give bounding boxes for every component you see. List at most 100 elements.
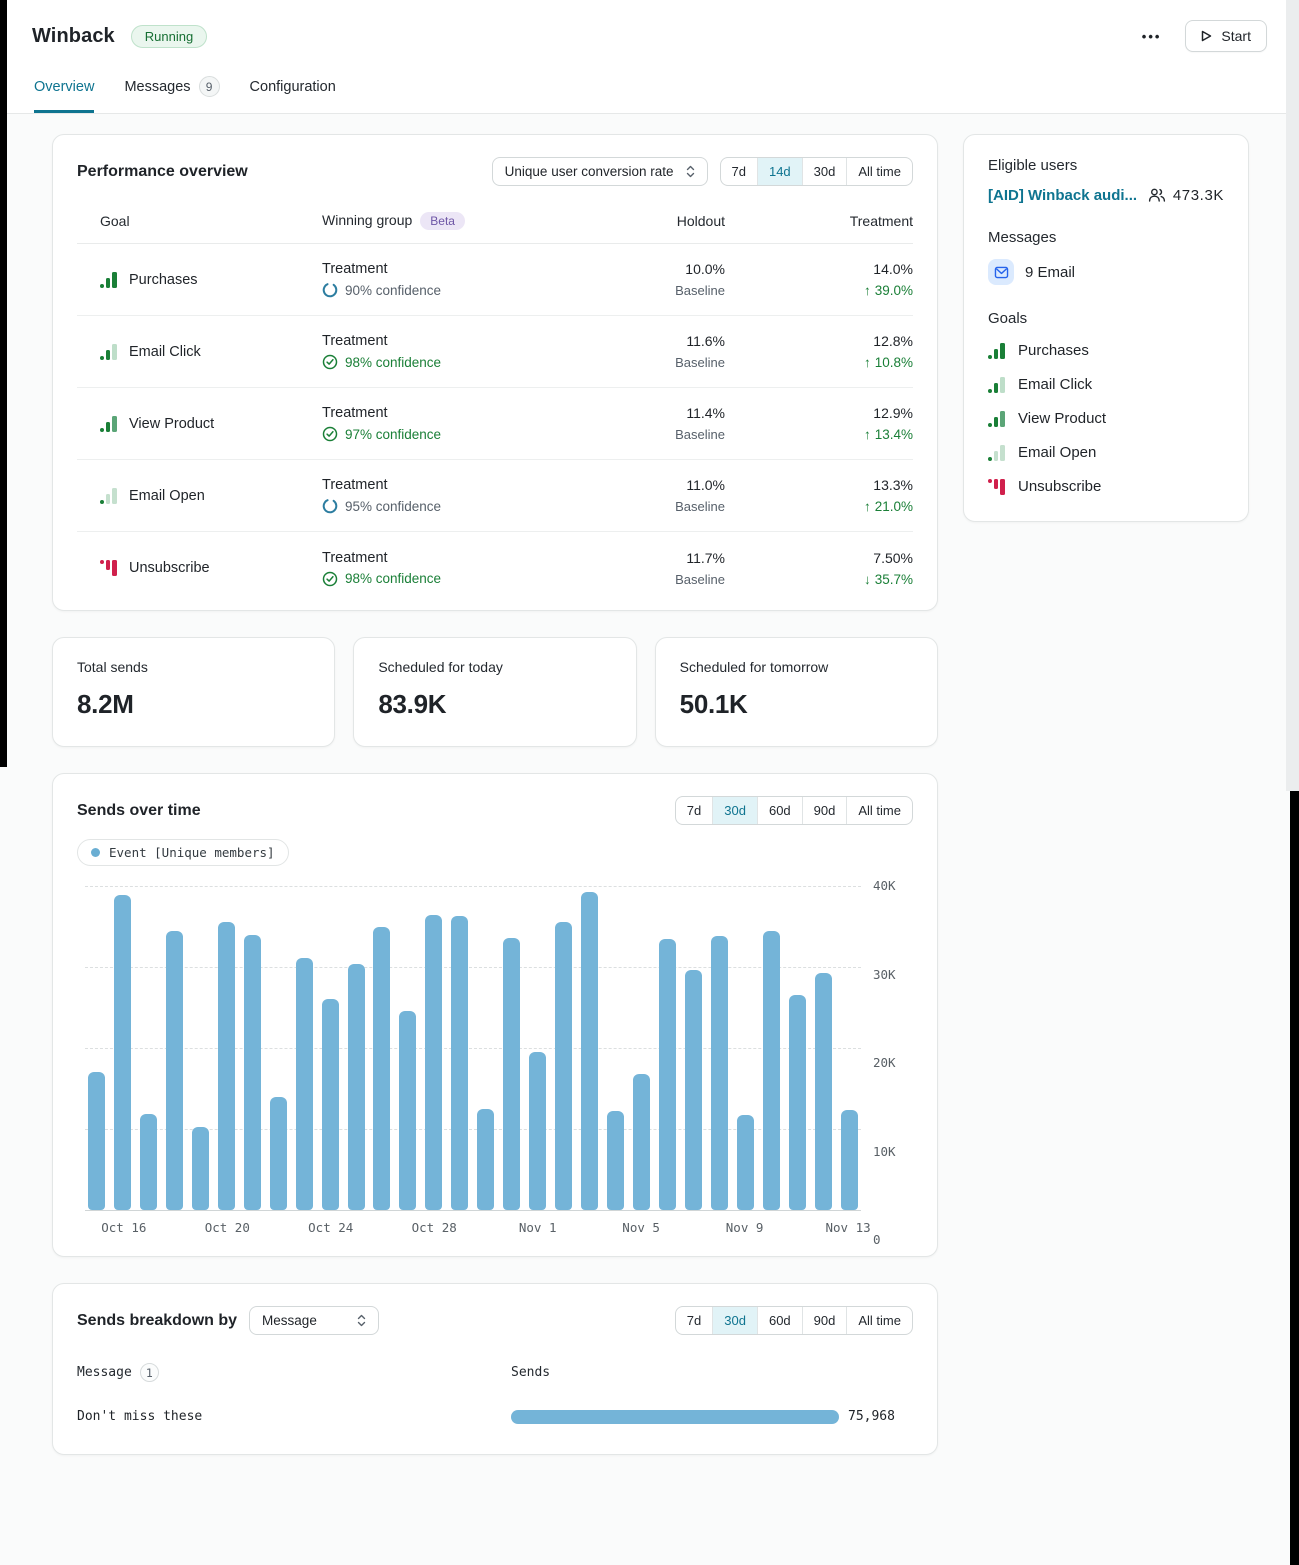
people-icon xyxy=(1148,187,1166,204)
holdout-baseline-label: Baseline xyxy=(560,427,725,442)
performance-overview-card: Performance overview Unique user convers… xyxy=(52,134,938,611)
bar-oct-26 xyxy=(373,927,390,1211)
screenshot-edge-artifact xyxy=(1290,791,1299,1565)
bar-oct-20 xyxy=(218,922,235,1210)
delta-value: 39.0% xyxy=(875,283,913,298)
tab-overview[interactable]: Overview xyxy=(34,76,94,113)
messages-count-badge: 9 xyxy=(199,76,220,97)
goal-icon xyxy=(100,488,117,504)
goal-item-label: Unsubscribe xyxy=(1018,478,1101,495)
breakdown-dimension-select[interactable]: Message xyxy=(249,1306,379,1335)
breakdown-table-header: Message 1 Sends xyxy=(77,1363,913,1382)
holdout-value: 11.7% xyxy=(560,550,725,566)
treatment-value: 12.8% xyxy=(725,333,913,349)
range-option-7d[interactable]: 7d xyxy=(676,797,712,824)
breakdown-range-selector: 7d30d60d90dAll time xyxy=(675,1306,913,1335)
delta-value: 10.8% xyxy=(875,355,913,370)
sends-bar xyxy=(511,1410,839,1424)
holdout-baseline-label: Baseline xyxy=(560,572,725,587)
range-option-30d[interactable]: 30d xyxy=(712,1307,757,1334)
x-tick-label: Nov 9 xyxy=(726,1220,764,1235)
bar-nov-9 xyxy=(737,1115,754,1210)
messages-summary-label: 9 Email xyxy=(1025,264,1075,281)
goal-icon xyxy=(100,272,117,288)
scheduled-tomorrow-card: Scheduled for tomorrow 50.1K xyxy=(655,637,938,747)
confidence: 98% confidence xyxy=(322,354,560,370)
winning-group-value: Treatment xyxy=(322,477,560,493)
confidence-label: 97% confidence xyxy=(345,427,441,442)
winning-group-value: Treatment xyxy=(322,405,560,421)
y-tick-label: 30K xyxy=(873,967,896,982)
screenshot-edge-artifact xyxy=(1286,0,1299,791)
email-icon xyxy=(988,259,1014,285)
range-option-90d[interactable]: 90d xyxy=(802,1307,847,1334)
holdout-baseline-label: Baseline xyxy=(560,355,725,370)
bar-oct-31 xyxy=(503,938,520,1210)
range-option-60d[interactable]: 60d xyxy=(757,797,802,824)
holdout-value: 11.4% xyxy=(560,405,725,421)
x-tick-label: Oct 16 xyxy=(101,1220,146,1235)
confidence-label: 98% confidence xyxy=(345,571,441,586)
performance-table-header: Goal Winning groupBeta Holdout Treatment xyxy=(77,186,913,244)
goal-icon xyxy=(988,377,1005,393)
confidence: 90% confidence xyxy=(322,282,560,298)
bar-oct-23 xyxy=(296,958,313,1210)
bar-oct-15 xyxy=(88,1072,105,1210)
performance-title: Performance overview xyxy=(77,163,248,181)
bar-nov-7 xyxy=(685,970,702,1210)
column-holdout: Holdout xyxy=(560,213,725,229)
goals-list: Purchases Email Click View Product Email… xyxy=(988,342,1224,495)
bar-oct-21 xyxy=(244,935,261,1210)
range-option-30d[interactable]: 30d xyxy=(712,797,757,824)
delta-arrow-icon: ↓ xyxy=(864,572,871,587)
start-button[interactable]: Start xyxy=(1185,20,1267,52)
range-option-14d[interactable]: 14d xyxy=(757,158,802,185)
delta-value: 21.0% xyxy=(875,499,913,514)
x-tick-label: Oct 28 xyxy=(412,1220,457,1235)
metric-select[interactable]: Unique user conversion rate xyxy=(492,157,708,186)
confidence-label: 90% confidence xyxy=(345,283,441,298)
range-option-all-time[interactable]: All time xyxy=(846,158,912,185)
range-option-all-time[interactable]: All time xyxy=(846,1307,912,1334)
treatment-delta: ↑13.4% xyxy=(725,427,913,442)
performance-table-row: Email Click Treatment 98% confidence 11.… xyxy=(77,316,913,388)
range-option-7d[interactable]: 7d xyxy=(721,158,757,185)
range-option-all-time[interactable]: All time xyxy=(846,797,912,824)
more-actions-button[interactable]: ••• xyxy=(1134,23,1170,50)
bar-oct-24 xyxy=(322,999,339,1210)
range-option-7d[interactable]: 7d xyxy=(676,1307,712,1334)
confidence: 97% confidence xyxy=(322,426,560,442)
bar-nov-5 xyxy=(633,1074,650,1210)
message-name: Don't miss these xyxy=(77,1409,511,1424)
treatment-value: 12.9% xyxy=(725,405,913,421)
bar-oct-19 xyxy=(192,1127,209,1210)
bar-oct-29 xyxy=(451,916,468,1210)
range-option-60d[interactable]: 60d xyxy=(757,1307,802,1334)
delta-arrow-icon: ↑ xyxy=(864,355,871,370)
treatment-value: 14.0% xyxy=(725,261,913,277)
tab-configuration[interactable]: Configuration xyxy=(250,76,336,113)
x-tick-label: Nov 13 xyxy=(825,1220,870,1235)
treatment-value: 13.3% xyxy=(725,477,913,493)
campaign-summary-card: Eligible users [AID] Winback audi... 473… xyxy=(963,134,1249,522)
goal-label: Email Click xyxy=(129,344,201,360)
goal-icon xyxy=(988,343,1005,359)
range-option-30d[interactable]: 30d xyxy=(802,158,847,185)
column-winning-group: Winning groupBeta xyxy=(322,212,560,230)
goal-list-item: Unsubscribe xyxy=(988,478,1224,495)
bar-nov-6 xyxy=(659,939,676,1210)
confidence: 98% confidence xyxy=(322,571,560,587)
bar-oct-17 xyxy=(140,1114,157,1210)
sends-over-time-card: Sends over time 7d30d60d90dAll time Even… xyxy=(52,773,938,1257)
total-sends-card: Total sends 8.2M xyxy=(52,637,335,747)
tab-messages[interactable]: Messages 9 xyxy=(124,76,219,113)
range-option-90d[interactable]: 90d xyxy=(802,797,847,824)
goal-item-label: Email Click xyxy=(1018,376,1092,393)
delta-value: 13.4% xyxy=(875,427,913,442)
goal-label: Email Open xyxy=(129,488,205,504)
sends-value: 75,968 xyxy=(848,1409,895,1424)
play-icon xyxy=(1201,30,1212,42)
audience-link[interactable]: [AID] Winback audi... xyxy=(988,187,1137,204)
treatment-delta: ↑21.0% xyxy=(725,499,913,514)
winning-group-value: Treatment xyxy=(322,261,560,277)
